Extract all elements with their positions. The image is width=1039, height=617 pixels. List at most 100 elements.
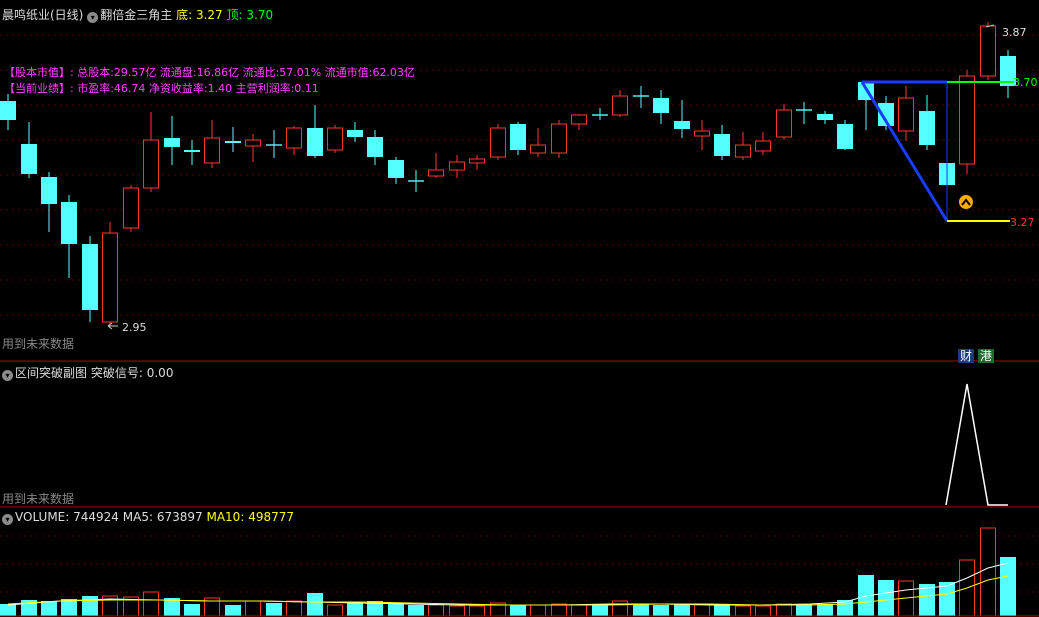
indicator-name[interactable]: 翻倍金三角主 xyxy=(100,8,172,22)
candle-body-up xyxy=(735,144,751,158)
candle-body-down xyxy=(225,141,241,143)
candle-body-down xyxy=(714,134,730,156)
volume-bar-down xyxy=(1000,557,1016,616)
top-label: 顶 xyxy=(226,8,239,22)
candle-body-up xyxy=(755,140,771,152)
info-line-2: 【当前业绩】: 市盈率:46.74 净资收益率:1.40 主营利润率:0.11 xyxy=(4,82,319,95)
volume-bar-down xyxy=(61,599,77,616)
volume-bar-down xyxy=(592,605,608,616)
candle-body-up xyxy=(102,232,118,323)
candle-body-down xyxy=(82,244,98,310)
buy-signal-icon xyxy=(959,195,973,209)
volume-header: ▾ VOLUME: 744924 MA5: 673897 MA10: 498777 xyxy=(2,510,294,525)
dropdown-icon[interactable]: ▾ xyxy=(2,514,13,525)
signal-header: ▾ 区间突破副图 突破信号: 0.00 xyxy=(2,366,173,381)
signal-label: 突破信号 xyxy=(90,366,139,380)
candle-body-down xyxy=(41,177,57,204)
candle-body-down xyxy=(367,137,383,157)
volume-bar-up xyxy=(776,603,792,617)
volume-bar-up xyxy=(245,600,261,617)
signal-line xyxy=(945,383,1008,506)
candle-body-down xyxy=(307,128,323,156)
ma5-value: 673897 xyxy=(156,510,203,524)
candle-body-down xyxy=(674,121,690,129)
candle-body-up xyxy=(449,161,465,171)
low-price-label: 2.95 xyxy=(122,321,147,334)
candle-body-down xyxy=(164,138,180,147)
finance-badge[interactable]: 财 xyxy=(958,349,974,363)
high-price-label: 3.87 xyxy=(1002,26,1027,39)
candle-body-down xyxy=(388,160,404,178)
candle-body-down xyxy=(837,124,853,149)
candle-body-up xyxy=(776,109,792,138)
level-bottom-label: 3.27 xyxy=(1010,216,1035,229)
volume-bar-down xyxy=(633,604,649,616)
candle-body-up xyxy=(694,130,710,137)
candle-body-up xyxy=(530,144,546,154)
volume-bar-up xyxy=(755,605,771,617)
signal-value: 0.00 xyxy=(146,366,174,380)
signal-title[interactable]: 区间突破副图 xyxy=(15,366,87,380)
candle-body-up xyxy=(327,127,343,151)
dropdown-icon[interactable]: ▾ xyxy=(2,370,13,381)
volume-bar-up xyxy=(571,604,587,617)
volume-bar-up xyxy=(143,591,159,617)
hk-badge[interactable]: 港 xyxy=(978,349,994,363)
volume-bar-down xyxy=(408,605,424,616)
candle-body-up xyxy=(551,123,567,154)
candle-body-down xyxy=(919,111,935,145)
main-header: 晨鸣纸业(日线) ▾ 翻倍金三角主 底: 3.27 顶: 3.70 xyxy=(2,8,274,23)
candle-body-up xyxy=(123,187,139,229)
ma5-label: MA5 xyxy=(122,510,149,524)
volume-bar-up xyxy=(980,527,996,617)
dropdown-icon[interactable]: ▾ xyxy=(87,12,99,23)
candle-body-up xyxy=(469,158,485,164)
candle-body-up xyxy=(428,169,444,177)
volume-value: 744924 xyxy=(73,510,119,524)
volume-bar-up xyxy=(469,605,485,617)
future-data-note: 用到未来数据 xyxy=(2,337,75,351)
volume-bar-down xyxy=(388,603,404,616)
ma10-label: MA10 xyxy=(206,510,241,524)
bottom-value: 3.27 xyxy=(195,8,223,22)
candle-body-up xyxy=(204,137,220,164)
candle-body-up xyxy=(490,127,506,158)
candle-body-down xyxy=(184,150,200,152)
volume-bar-up xyxy=(428,604,444,617)
candle-body-down xyxy=(0,101,16,120)
volume-bar-down xyxy=(225,605,241,616)
volume-label[interactable]: VOLUME xyxy=(15,510,65,524)
volume-bar-down xyxy=(347,603,363,616)
volume-bar-down xyxy=(817,604,833,616)
volume-bar-up xyxy=(286,600,302,617)
volume-bar-down xyxy=(0,604,16,616)
signal-chart[interactable] xyxy=(0,362,1039,508)
volume-bar-up xyxy=(551,603,567,617)
signal-panel[interactable]: ▾ 区间突破副图 突破信号: 0.00 用到未来数据 xyxy=(0,362,1039,508)
top-value: 3.70 xyxy=(246,8,274,22)
volume-bar-down xyxy=(41,601,57,616)
candle-body-up xyxy=(959,75,975,165)
candle-body-down xyxy=(510,124,526,150)
volume-bar-down xyxy=(796,605,812,616)
volume-bar-down xyxy=(878,580,894,616)
stock-title: 晨鸣纸业(日线) xyxy=(2,8,84,22)
volume-bar-down xyxy=(307,593,323,616)
candle-body-up xyxy=(286,127,302,149)
volume-bar-up xyxy=(327,604,343,617)
volume-bar-up xyxy=(449,605,465,617)
volume-bar-down xyxy=(714,604,730,616)
main-chart-panel[interactable]: 3.87 2.95 3.70 3.27 晨鸣纸业(日线) ▾ 翻倍金三角主 底: 3.2… xyxy=(0,0,1039,363)
candlestick-chart[interactable]: 3.87 2.95 3.70 3.27 xyxy=(0,0,1039,362)
info-line-1: 【股本市值】: 总股本:29.57亿 流通盘:16.86亿 流通比:57.01%… xyxy=(4,66,415,79)
bottom-label: 底 xyxy=(176,8,189,22)
volume-bar-up xyxy=(530,604,546,617)
volume-bar-down xyxy=(184,604,200,616)
volume-bar-up xyxy=(735,605,751,617)
candle-body-up xyxy=(245,139,261,147)
volume-bar-down xyxy=(653,605,669,616)
volume-bar-up xyxy=(694,603,710,617)
volume-panel[interactable]: ▾ VOLUME: 744924 MA5: 673897 MA10: 498777 xyxy=(0,508,1039,617)
volume-bar-down xyxy=(266,603,282,616)
candle-body-down xyxy=(347,130,363,137)
